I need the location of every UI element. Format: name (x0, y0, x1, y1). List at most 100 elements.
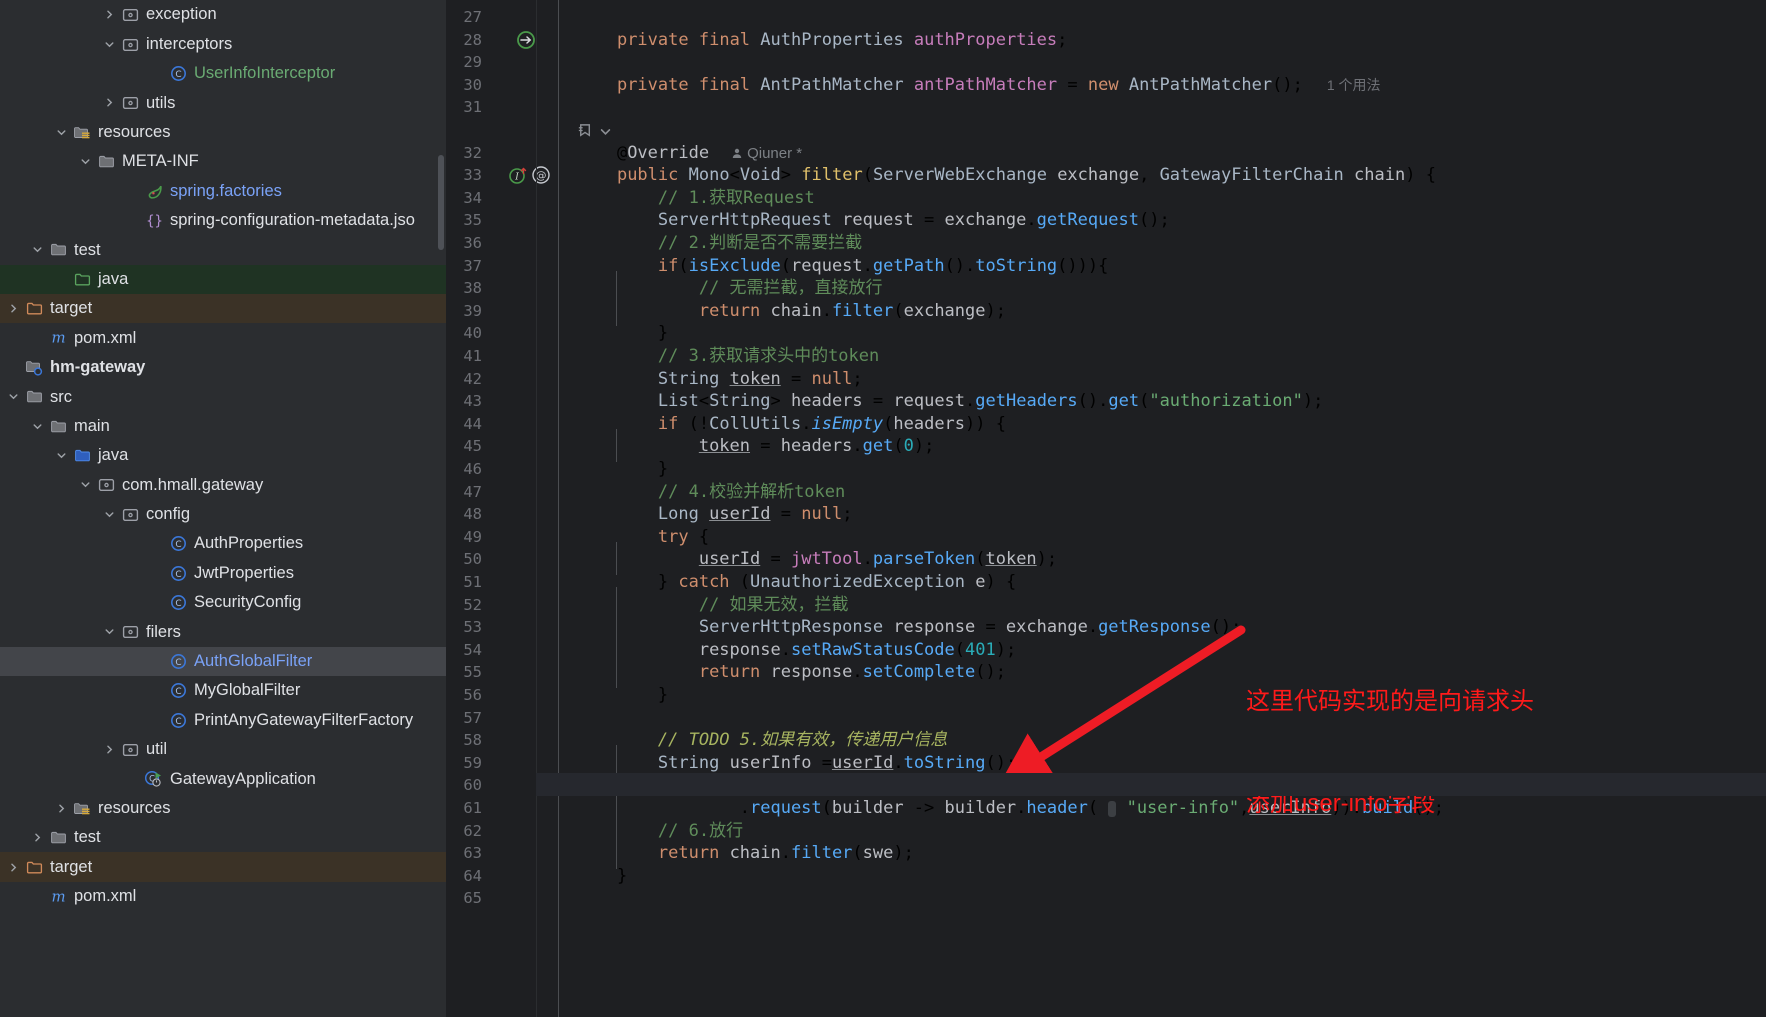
line-number: 40 (463, 324, 482, 343)
code-line[interactable]: if (!CollUtils.isEmpty(headers)) { (576, 413, 1006, 436)
tree-item-label: java (98, 269, 129, 288)
code-line[interactable]: // 无需拦截，直接放行 (576, 277, 883, 300)
tree-item-hm-gateway[interactable]: hm-gateway (0, 353, 446, 382)
chevron-right-icon[interactable] (8, 303, 23, 314)
tree-item-spring-configuration-metadata-jso[interactable]: {} spring-configuration-metadata.jso (0, 206, 446, 235)
tree-item-meta-inf[interactable]: META-INF (0, 147, 446, 176)
folder-icon (47, 241, 69, 258)
code-line[interactable]: String token = null; (576, 368, 863, 391)
code-line[interactable]: // 6.放行 (576, 820, 743, 843)
code-line[interactable]: token = headers.get(0); (576, 435, 935, 458)
chevron-down-icon[interactable] (80, 156, 95, 167)
bean-icon[interactable] (516, 30, 536, 50)
code-line[interactable]: String userInfo =userId.toString(); (576, 752, 1016, 775)
tree-item-jwtproperties[interactable]: C JwtProperties (0, 558, 446, 587)
code-line[interactable]: } (576, 684, 668, 707)
code-line[interactable]: ServerHttpResponse response = exchange.g… (576, 616, 1242, 639)
chevron-right-icon[interactable] (32, 832, 47, 843)
tree-item-util[interactable]: util (0, 735, 446, 764)
tree-item-pom-xml[interactable]: m pom.xml (0, 882, 446, 911)
chevron-down-icon[interactable] (32, 244, 47, 255)
tree-item-filers[interactable]: filers (0, 617, 446, 646)
tree-item-test[interactable]: test (0, 235, 446, 264)
code-line[interactable]: } catch (UnauthorizedException e) { (576, 571, 1016, 594)
annotation-icon[interactable]: @ (531, 165, 551, 185)
tree-item-pom-xml[interactable]: m pom.xml (0, 323, 446, 352)
tree-item-interceptors[interactable]: interceptors (0, 29, 446, 58)
tree-item-myglobalfilter[interactable]: C MyGlobalFilter (0, 676, 446, 705)
chevron-down-icon[interactable] (56, 127, 71, 138)
tree-item-java[interactable]: java (0, 264, 446, 294)
code-line[interactable]: return chain.filter(swe); (576, 842, 914, 865)
code-content[interactable]: private final AuthProperties authPropert… (576, 0, 1766, 1017)
bookmark-icon[interactable] (576, 122, 595, 141)
code-editor[interactable]: 27 28 29 30 31 32 33 34 35 36 37 38 39 40 41 42 43 44 45 46… (446, 0, 1766, 1017)
tree-item-userinfointerceptor[interactable]: C UserInfoInterceptor (0, 59, 446, 88)
line-number: 30 (463, 75, 482, 94)
tree-item-main[interactable]: main (0, 411, 446, 440)
tree-item-target[interactable]: target (0, 852, 446, 882)
code-line[interactable]: } (576, 458, 668, 481)
tree-item-utils[interactable]: utils (0, 88, 446, 117)
tree-item-printanygatewayfilterfactory[interactable]: C PrintAnyGatewayFilterFactory (0, 705, 446, 734)
code-line[interactable]: return chain.filter(exchange); (576, 300, 1006, 323)
chevron-down-icon[interactable] (80, 479, 95, 490)
code-line[interactable]: // 3.获取请求头中的token (576, 345, 879, 368)
code-line[interactable]: List<String> headers = request.getHeader… (576, 390, 1323, 413)
code-line[interactable]: if(isExclude(request.getPath().toString(… (576, 255, 1108, 278)
implementing-method-icon[interactable]: I (508, 165, 528, 185)
chevron-right-icon[interactable] (56, 803, 71, 814)
project-tree-panel[interactable]: exception interceptors C UserInfoIntercepto… (0, 0, 446, 1017)
code-line[interactable]: } (576, 322, 668, 345)
code-line[interactable]: ServerHttpRequest request = exchange.get… (576, 209, 1170, 232)
tree-item-authproperties[interactable]: C AuthProperties (0, 529, 446, 558)
tree-item-resources[interactable]: resources (0, 794, 446, 823)
chevron-down-icon[interactable] (104, 509, 119, 520)
editor-gutter[interactable]: 27 28 29 30 31 32 33 34 35 36 37 38 39 40 41 42 43 44 45 46… (446, 0, 550, 1017)
code-line[interactable]: // 1.获取Request (576, 187, 815, 210)
code-line[interactable]: // 2.判断是否不需要拦截 (576, 232, 862, 255)
tree-item-com-hmall-gateway[interactable]: com.hmall.gateway (0, 470, 446, 499)
chevron-right-icon[interactable] (8, 862, 23, 873)
inspection-widget[interactable] (576, 122, 612, 141)
svg-text:m: m (51, 329, 65, 346)
code-line[interactable]: Long userId = null; (576, 503, 853, 526)
package-icon (119, 623, 141, 640)
tree-item-java[interactable]: java (0, 441, 446, 470)
chevron-right-icon[interactable] (104, 9, 119, 20)
code-line[interactable]: userId = jwtTool.parseToken(token); (576, 548, 1057, 571)
tree-item-config[interactable]: config (0, 500, 446, 529)
code-line[interactable]: // 4.校验并解析token (576, 481, 845, 504)
tree-item-src[interactable]: src (0, 382, 446, 411)
chevron-down-icon[interactable] (8, 391, 23, 402)
tree-item-resources[interactable]: resources (0, 118, 446, 147)
code-line[interactable]: response.setRawStatusCode(401); (576, 639, 1016, 662)
chevron-down-icon[interactable] (32, 421, 47, 432)
tree-item-test[interactable]: test (0, 823, 446, 852)
tree-scrollbar[interactable] (438, 155, 444, 250)
code-line[interactable]: try { (576, 526, 709, 549)
code-line[interactable]: // TODO 5.如果有效，传递用户信息 (576, 729, 947, 752)
tree-item-target[interactable]: target (0, 293, 446, 324)
code-fold-bar[interactable] (558, 0, 572, 1017)
tree-item-label: pom.xml (74, 328, 137, 347)
code-line[interactable]: @Override Qiuner * (576, 142, 802, 166)
usage-hint[interactable]: 1 个用法 (1327, 77, 1381, 93)
code-line[interactable]: } (576, 865, 627, 888)
tree-item-exception[interactable]: exception (0, 0, 446, 29)
tree-item-securityconfig[interactable]: C SecurityConfig (0, 588, 446, 617)
chevron-down-icon[interactable] (599, 125, 612, 138)
code-line[interactable]: private final AntPathMatcher antPathMatc… (576, 74, 1381, 97)
chevron-right-icon[interactable] (104, 97, 119, 108)
tree-item-gatewayapplication[interactable]: C GatewayApplication (0, 764, 446, 793)
chevron-down-icon[interactable] (104, 39, 119, 50)
tree-item-authglobalfilter[interactable]: C AuthGlobalFilter (0, 646, 446, 676)
code-line[interactable]: public Mono<Void> filter(ServerWebExchan… (576, 164, 1436, 187)
chevron-down-icon[interactable] (56, 450, 71, 461)
chevron-right-icon[interactable] (104, 744, 119, 755)
chevron-down-icon[interactable] (104, 626, 119, 637)
code-line[interactable]: return response.setComplete(); (576, 661, 1006, 684)
vcs-author-hint[interactable]: Qiuner * (731, 145, 802, 162)
tree-item-spring-factories[interactable]: spring.factories (0, 176, 446, 205)
code-line[interactable]: private final AuthProperties authPropert… (576, 29, 1067, 52)
